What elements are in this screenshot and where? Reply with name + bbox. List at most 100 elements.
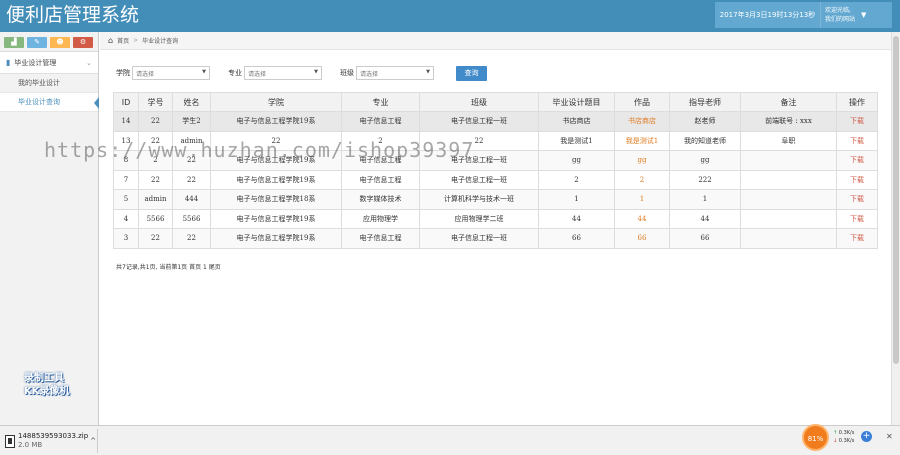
table-row[interactable]: 7 22 22 电子与信息工程学院19系 电子信息工程 电子信息工程一班 2 2… (113, 169, 878, 190)
class-select[interactable]: 请选择 ▼ (356, 66, 434, 80)
download-speed: 0.3K/s (838, 438, 855, 444)
sidebar: ▟ ✎ ☻ ⚙ ▮ 毕业设计管理 ⌄ 我的毕业设计 毕业设计查询 (0, 32, 99, 425)
cell-advisor: 44 (669, 208, 741, 229)
user-menu[interactable]: 欢迎光临, 我们的网站 ▼ (820, 2, 870, 28)
sidebar-group-thesis[interactable]: ▮ 毕业设计管理 ⌄ (0, 52, 98, 74)
plus-icon[interactable]: + (861, 431, 872, 442)
query-button[interactable]: 查询 (456, 65, 487, 81)
download-link[interactable]: 下载 (836, 189, 878, 210)
breadcrumb-separator: > (133, 37, 139, 44)
major-select[interactable]: 请选择 ▼ (244, 66, 322, 80)
cell-topic: 66 (538, 228, 615, 249)
download-link[interactable]: 下载 (836, 150, 878, 171)
user-area: 2017年3月3日19时13分13秒 欢迎光临, 我们的网站 ▼ (715, 2, 892, 28)
sidebar-item-thesis-query[interactable]: 毕业设计查询 (0, 93, 99, 112)
column-header: 指导老师 (669, 92, 741, 112)
cell-student-no: 22 (138, 111, 173, 132)
pagination-summary: 共7记录,共1页, 当前第1页 首页 1 尾页 (116, 264, 221, 271)
cell-student-no: 22 (138, 169, 173, 190)
recorder-line1: 录制工具 (24, 373, 64, 384)
college-select[interactable]: 请选择 ▼ (132, 66, 210, 80)
close-icon[interactable]: ✕ (886, 432, 893, 441)
cell-id: 5 (113, 189, 139, 210)
cell-major: 数字媒体技术 (341, 189, 420, 210)
cell-class: 计算机科学与技术一班 (419, 189, 539, 210)
download-link[interactable]: 下载 (836, 130, 878, 151)
download-link[interactable]: 下载 (836, 228, 878, 249)
college-select-value: 请选择 (136, 70, 155, 78)
cell-topic: 我是测试1 (538, 130, 615, 151)
download-link[interactable]: 下载 (836, 111, 878, 132)
cell-student-no: 5566 (138, 208, 173, 229)
sidebar-item-my-thesis[interactable]: 我的毕业设计 (0, 74, 98, 93)
column-header: 备注 (740, 92, 837, 112)
column-header: 操作 (836, 92, 878, 112)
cell-work-link[interactable]: 2 (614, 169, 670, 190)
scrollbar-thumb[interactable] (893, 36, 899, 364)
cell-college: 电子与信息工程学院18系 (210, 189, 342, 210)
cell-topic: 1 (538, 189, 615, 210)
cell-remark (740, 228, 837, 249)
breadcrumb-home[interactable]: 首页 (117, 36, 129, 45)
cell-name: 22 (172, 228, 211, 249)
chevron-up-icon[interactable]: ^ (90, 437, 96, 445)
network-speed-widget[interactable]: 81% ↑ 0.3K/s ↓ 0.3K/s + (802, 424, 878, 452)
cell-name: 22 (172, 169, 211, 190)
table-row[interactable]: 3 22 22 电子与信息工程学院19系 电子信息工程 电子信息工程一班 66 … (113, 228, 878, 249)
cell-advisor: 1 (669, 189, 741, 210)
table-row[interactable]: 5 admin 444 电子与信息工程学院18系 数字媒体技术 计算机科学与技术… (113, 189, 878, 210)
cell-class: 电子信息工程一班 (419, 169, 539, 190)
college-label: 学院 (116, 69, 130, 77)
table-row[interactable]: 14 22 学生2 电子与信息工程学院19系 电子信息工程 电子信息工程一班 书… (113, 111, 878, 132)
cell-advisor: 我的知道老师 (669, 130, 741, 151)
cell-topic: 书店商店 (538, 111, 615, 132)
cell-work-link[interactable]: 书店商店 (614, 111, 670, 132)
column-header: 毕业设计题目 (538, 92, 615, 112)
download-link[interactable]: 下载 (836, 169, 878, 190)
pencil-icon[interactable]: ✎ (27, 37, 47, 48)
cell-major: 电子信息工程 (341, 169, 420, 190)
cell-work-link[interactable]: 我是测试1 (614, 130, 670, 151)
class-select-value: 请选择 (360, 70, 379, 78)
users-icon[interactable]: ☻ (50, 37, 70, 48)
welcome-text: 欢迎光临, (825, 7, 851, 14)
cell-student-no: admin (138, 189, 173, 210)
chevron-down-icon: ⌄ (86, 58, 92, 67)
sidebar-item-label: 毕业设计查询 (18, 98, 60, 106)
dropdown-arrow-icon: ▼ (426, 69, 430, 75)
zip-file-icon (5, 434, 15, 448)
app-title: 便利店管理系统 (6, 4, 140, 26)
cell-remark (740, 150, 837, 171)
table-header-row: ID 学号 姓名 学院 专业 班级 毕业设计题目 作品 指导老师 备注 操作 (113, 92, 878, 112)
home-icon[interactable]: ⌂ (108, 36, 113, 45)
cell-class: 电子信息工程一班 (419, 228, 539, 249)
current-datetime: 2017年3月3日19时13分13秒 (719, 11, 816, 19)
column-header: 专业 (341, 92, 420, 112)
download-bar: 1488539593033.zip 2.0 MB ^ (0, 425, 900, 455)
cell-major: 电子信息工程 (341, 111, 420, 132)
table-row[interactable]: 4 5566 5566 电子与信息工程学院19系 应用物理学 应用物理学二班 4… (113, 208, 878, 229)
filter-bar: 学院 请选择 ▼ 专业 请选择 ▼ 班级 请选择 ▼ 查询 (116, 65, 487, 81)
column-header: 学号 (138, 92, 173, 112)
cell-major: 应用物理学 (341, 208, 420, 229)
cell-work-link[interactable]: gg (614, 150, 670, 171)
page-scrollbar[interactable] (891, 32, 900, 425)
url-watermark: https://www.huzhan.com/ishop39397 (44, 138, 475, 162)
download-item[interactable]: 1488539593033.zip 2.0 MB ^ (2, 429, 98, 453)
cogs-icon[interactable]: ⚙ (73, 37, 93, 48)
chart-icon[interactable]: ▟ (4, 37, 24, 48)
cell-work-link[interactable]: 66 (614, 228, 670, 249)
cell-work-link[interactable]: 1 (614, 189, 670, 210)
download-link[interactable]: 下载 (836, 208, 878, 229)
caret-down-icon[interactable]: ▼ (861, 11, 866, 19)
cpu-usage-badge[interactable]: 81% (802, 424, 829, 451)
column-header: 作品 (614, 92, 670, 112)
column-header: ID (113, 92, 139, 112)
thesis-table: ID 学号 姓名 学院 专业 班级 毕业设计题目 作品 指导老师 备注 操作 1… (113, 92, 878, 249)
major-label: 专业 (228, 69, 242, 77)
cell-student-no: 22 (138, 228, 173, 249)
app-header: 便利店管理系统 2017年3月3日19时13分13秒 欢迎光临, 我们的网站 ▼ (0, 0, 900, 32)
cell-work-link[interactable]: 44 (614, 208, 670, 229)
cell-advisor: 222 (669, 169, 741, 190)
cell-remark (740, 189, 837, 210)
